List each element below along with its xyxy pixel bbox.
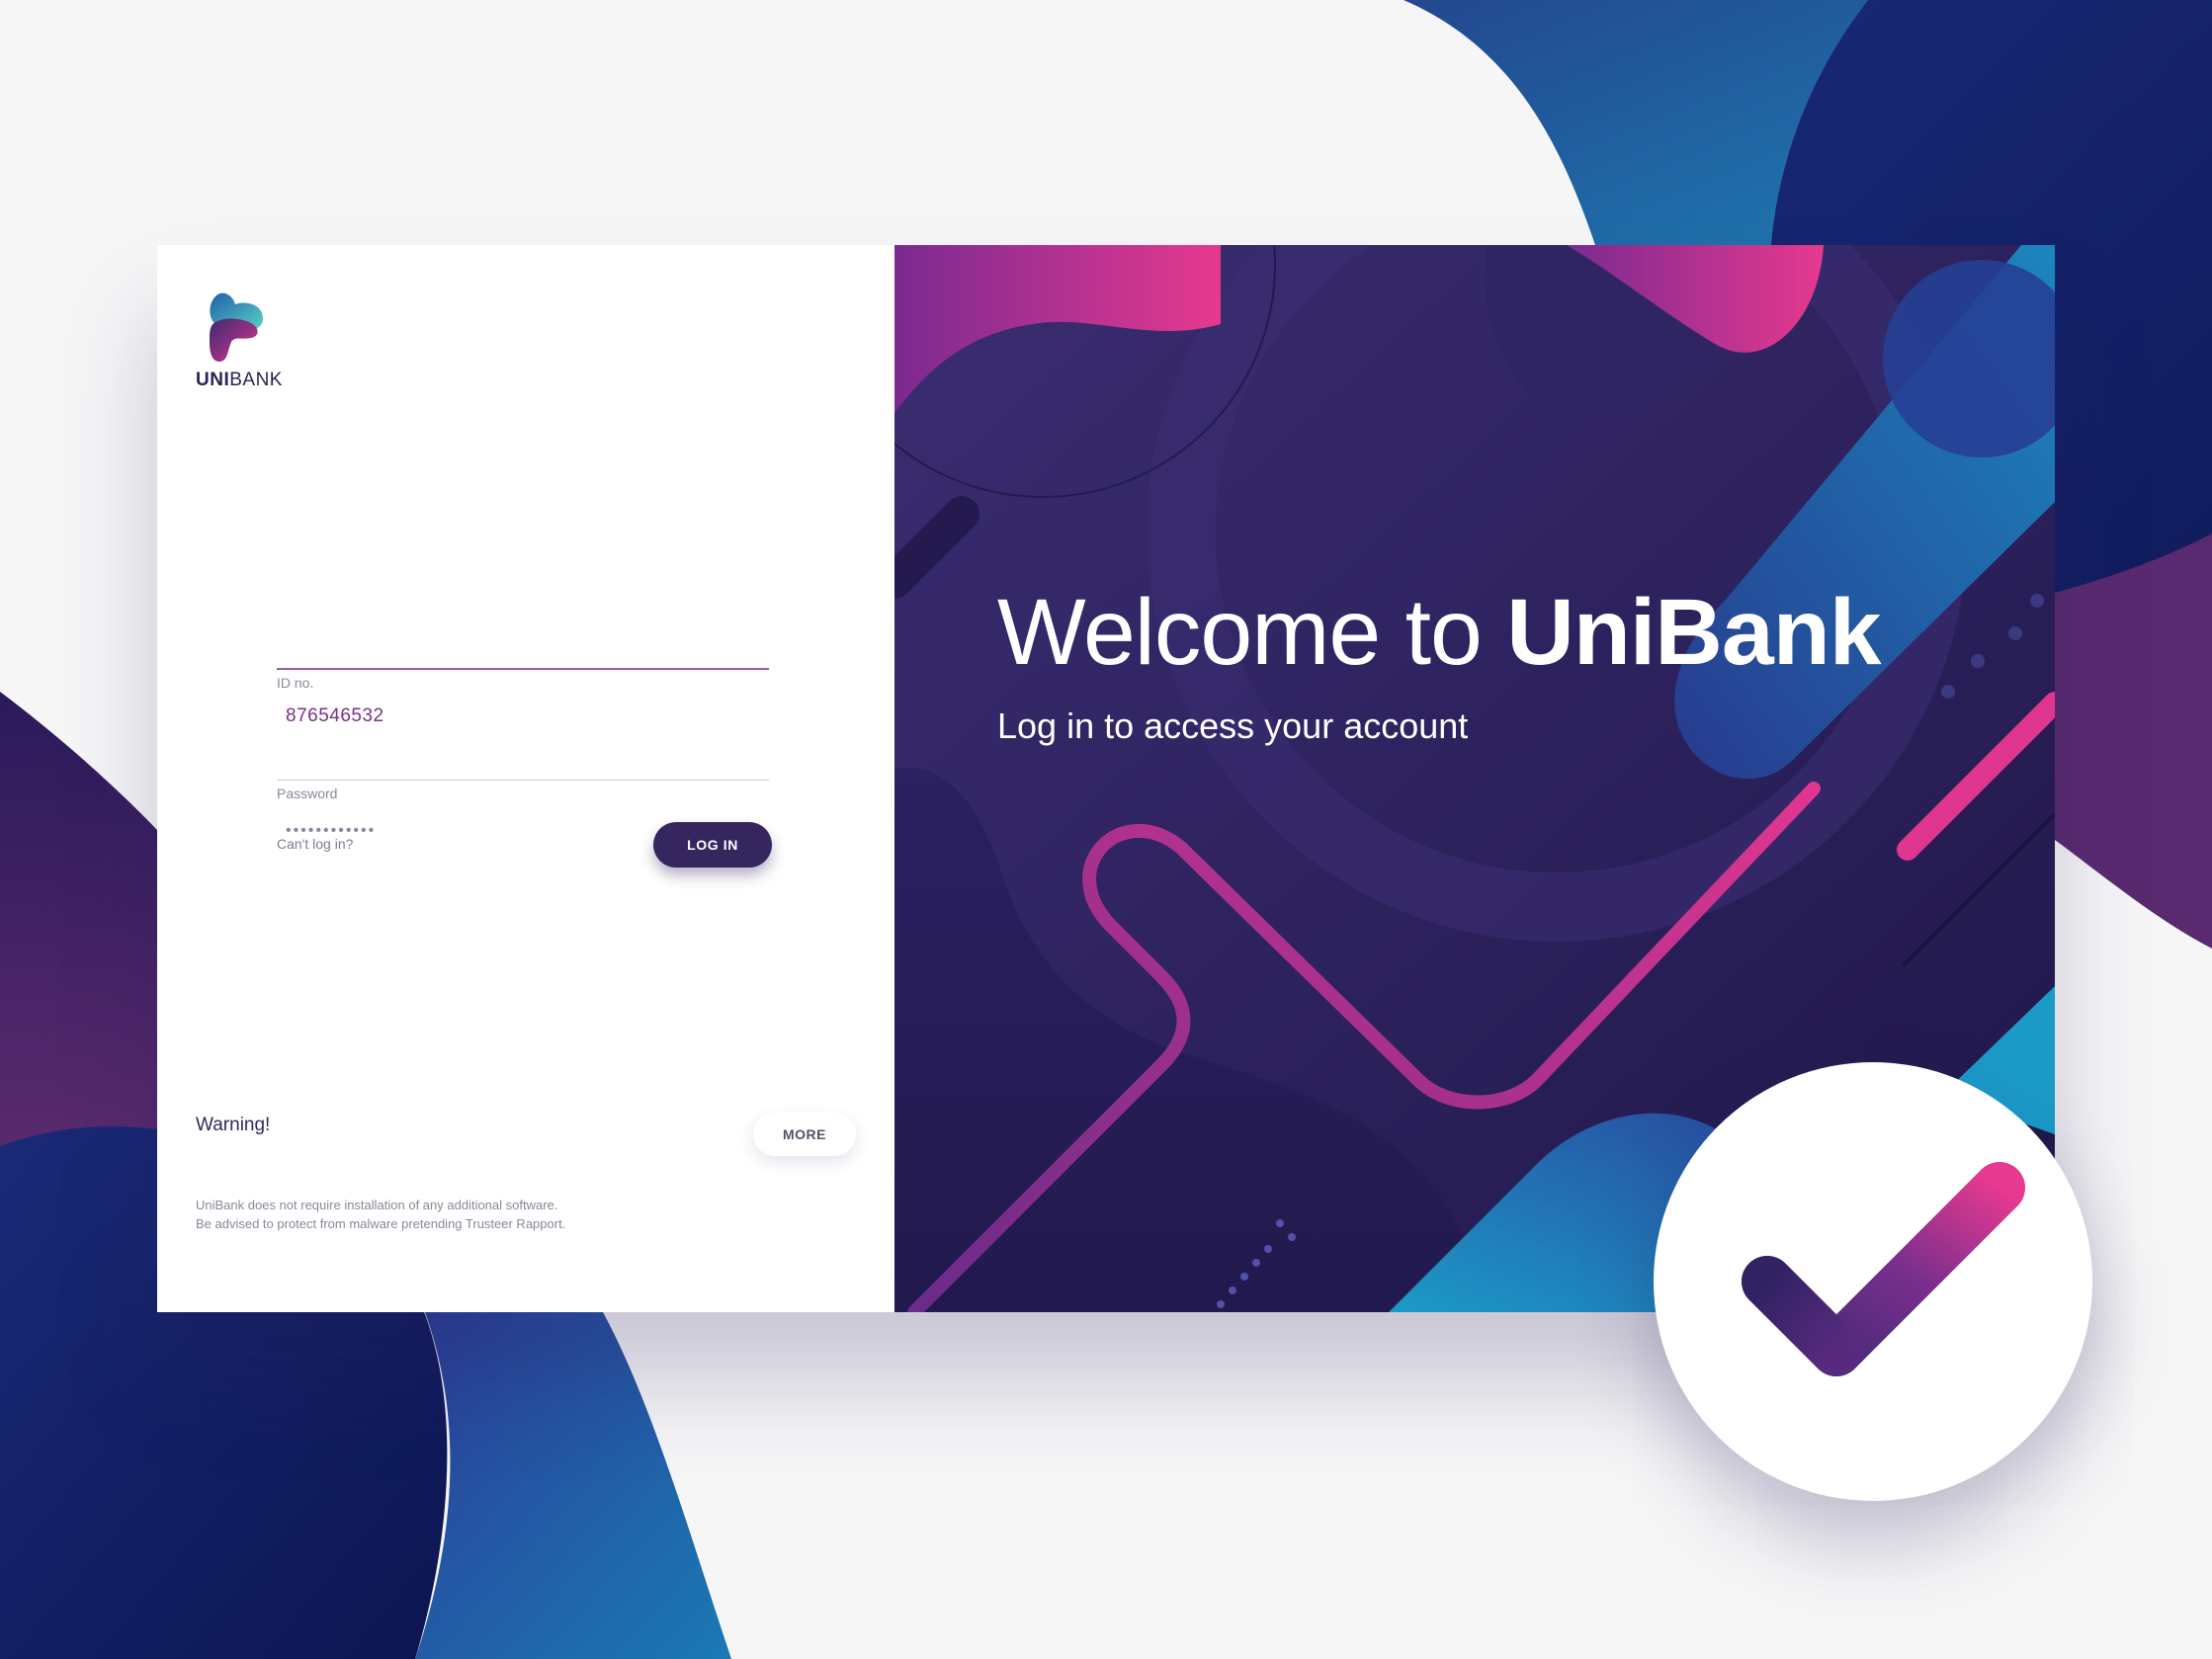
more-button[interactable]: MORE xyxy=(753,1113,856,1156)
hero-title: Welcome to UniBank xyxy=(997,580,1882,685)
cant-login-link[interactable]: Can't log in? xyxy=(277,836,353,852)
password-field-underline xyxy=(277,780,769,781)
hero-subtitle: Log in to access your account xyxy=(997,705,1469,746)
warning-text-line-1: UniBank does not require installation of… xyxy=(196,1198,558,1212)
unibank-logo-icon xyxy=(210,292,263,362)
id-field-label: ID no. xyxy=(277,675,314,691)
password-field-label: Password xyxy=(277,786,338,801)
id-field[interactable]: 876546532 xyxy=(286,705,384,727)
logo-wordmark: UNIBANK xyxy=(196,370,283,390)
warning-title: Warning! xyxy=(196,1115,271,1135)
login-button[interactable]: LOG IN xyxy=(653,822,772,868)
id-field-focus-underline xyxy=(277,668,769,670)
brand-logo: UNIBANK xyxy=(196,290,314,390)
login-panel: UNIBANK ID no. 876546532 Password ••••••… xyxy=(157,245,894,1312)
checkmark-icon xyxy=(1742,1162,2025,1376)
warning-text-line-2: Be advised to protect from malware prete… xyxy=(196,1216,566,1231)
success-badge xyxy=(1654,1062,2092,1501)
